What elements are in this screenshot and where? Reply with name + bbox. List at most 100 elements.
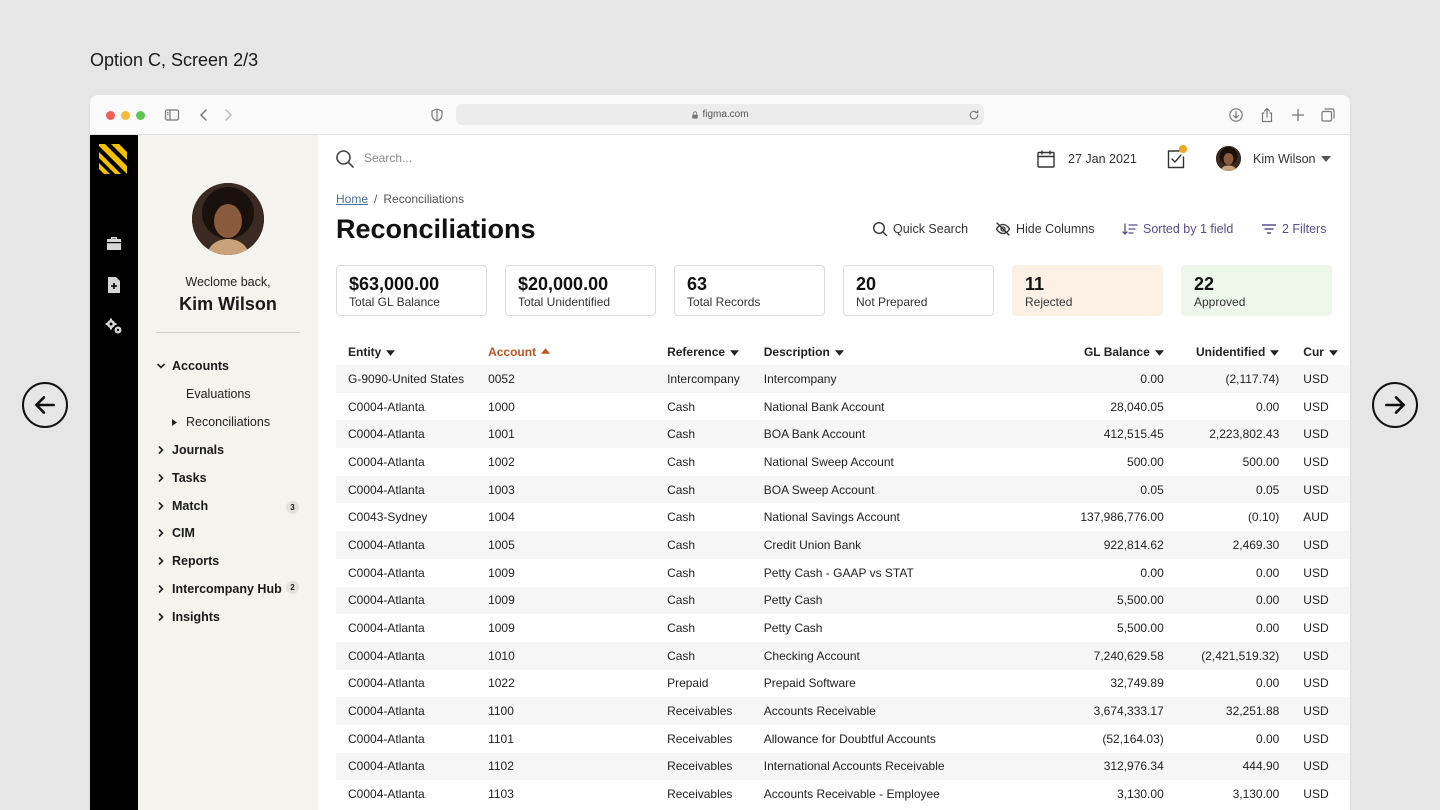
summary-card-not-prepared[interactable]: 20 Not Prepared [843,265,994,316]
table-row[interactable]: C0004-Atlanta 1102 Receivables Internationa… [336,752,1350,781]
table-row[interactable]: C0004-Atlanta 1022 Prepaid Prepaid Softwar… [336,670,1350,698]
current-date[interactable]: 27 Jan 2021 [1068,152,1137,166]
table-row[interactable]: C0004-Atlanta 1010 Cash Checking Account 7,2… [336,641,1350,670]
column-header-label: GL Balance [1083,345,1150,359]
cell-reference: Cash [667,399,696,414]
gears-icon[interactable] [104,317,124,337]
window-close-button[interactable] [106,111,115,120]
table-body: G-9090-United States 0052 Intercompany Inte… [336,365,1350,808]
sidebar-item-reconciliations[interactable]: Reconciliations [172,415,270,429]
summary-card-total-unidentified[interactable]: $20,000.00 Total Unidentified [505,265,656,316]
hide-columns-button[interactable]: Hide Columns [995,221,1095,237]
table-row[interactable]: C0004-Atlanta 1009 Cash Petty Cash 5,500.00 0… [336,614,1350,642]
table-row[interactable]: C0004-Atlanta 1000 Cash National Bank Accou… [336,393,1350,421]
table-row[interactable]: C0004-Atlanta 1001 Cash BOA Bank Account 412… [336,420,1350,449]
caret-down-icon[interactable] [1321,155,1331,163]
cell-gl-balance: (52,164.03) [1102,731,1164,746]
search-input[interactable] [364,151,564,165]
summary-card-rejected[interactable]: 11 Rejected [1012,265,1163,316]
cell-entity: C0004-Atlanta [336,475,477,504]
intercompany-count-badge: 2 [286,581,299,594]
logo-icon[interactable] [99,144,127,174]
summary-card-approved[interactable]: 22 Approved [1181,265,1332,316]
window-zoom-button[interactable] [136,111,145,120]
reload-icon[interactable] [968,109,980,121]
window-minimize-button[interactable] [121,111,130,120]
tabs-overview-icon[interactable] [1320,107,1336,123]
breadcrumb-current: Reconciliations [383,192,465,206]
address-bar[interactable]: figma.com [456,104,984,125]
sidebar-item-accounts[interactable]: Accounts [156,359,229,373]
back-icon[interactable] [196,107,212,123]
cell-description: International Accounts Receivable [751,752,992,781]
sidebar-item-cim[interactable]: CIM [156,526,195,540]
arrow-right-icon [1385,396,1405,414]
sidebar-item-intercompany-hub[interactable]: Intercompany Hub [156,582,282,596]
summary-card-total-gl-balance[interactable]: $63,000.00 Total GL Balance [336,265,487,316]
column-header-reference[interactable]: Reference [655,339,752,365]
column-header-currency[interactable]: Cur [1291,339,1350,365]
user-menu-name[interactable]: Kim Wilson [1253,152,1316,166]
sidebar-item-journals[interactable]: Journals [156,443,224,457]
cell-description: BOA Sweep Account [751,475,992,504]
summary-card-total-records[interactable]: 63 Total Records [674,265,825,316]
filters-button[interactable]: 2 Filters [1261,221,1326,237]
quick-search-button[interactable]: Quick Search [872,221,968,237]
avatar-image [192,183,264,255]
cell-unidentified: 0.05 [1175,475,1292,504]
forward-icon[interactable] [220,107,236,123]
cell-description: Prepaid Software [763,676,856,691]
caret-down-icon [1154,350,1164,356]
column-header-account[interactable]: Account [476,339,655,365]
sidebar-item-reports[interactable]: Reports [156,554,219,568]
user-avatar[interactable] [1216,146,1241,171]
column-header-description[interactable]: Description [752,339,992,365]
table-row[interactable]: C0004-Atlanta 1103 Receivables Accounts Rec… [336,780,1350,808]
cell-gl-balance: 137,986,776.00 [1080,510,1164,525]
prev-screen-button[interactable] [22,382,68,428]
share-icon[interactable] [1259,107,1275,123]
cell-account: 1009 [488,565,515,580]
download-icon[interactable] [1228,107,1244,123]
column-header-gl-balance[interactable]: GL Balance [992,339,1176,365]
cell-entity: C0004-Atlanta [336,531,477,559]
cell-description: Accounts Receivable [751,697,992,725]
table-row[interactable]: C0004-Atlanta 1002 Cash National Sweep Acco… [336,448,1350,476]
cell-entity: C0004-Atlanta [336,420,477,449]
table-row[interactable]: G-9090-United States 0052 Intercompany Inte… [336,365,1350,393]
cell-reference: Cash [655,475,752,504]
table-row[interactable]: C0043-Sydney 1004 Cash National Savings Acc… [336,503,1350,531]
table-row[interactable]: C0004-Atlanta 1003 Cash BOA Sweep Account 0.… [336,475,1350,504]
table-row[interactable]: C0004-Atlanta 1009 Cash Petty Cash 5,500.00 0… [336,586,1350,615]
cell-gl-balance: 500.00 [1127,454,1164,469]
table-row[interactable]: C0004-Atlanta 1101 Receivables Allowance fo… [336,725,1350,753]
cell-entity: C0004-Atlanta [348,399,425,414]
cell-description: Allowance for Doubtful Accounts [763,731,936,746]
breadcrumb-home-link[interactable]: Home [336,192,368,206]
card-label: Rejected [1025,295,1073,309]
next-screen-button[interactable] [1372,382,1418,428]
sidebar-item-evaluations[interactable]: Evaluations [186,387,251,401]
sidebar-item-tasks[interactable]: Tasks [156,471,207,485]
table-row[interactable]: C0004-Atlanta 1009 Cash Petty Cash - GAAP v… [336,559,1350,587]
document-add-icon[interactable] [104,275,124,295]
new-tab-icon[interactable] [1290,107,1306,123]
column-header-unidentified[interactable]: Unidentified [1176,339,1292,365]
table-row[interactable]: C0004-Atlanta 1100 Receivables Accounts Rec… [336,697,1350,725]
briefcase-icon[interactable] [104,233,124,253]
shield-icon[interactable] [429,107,445,123]
cell-gl-balance: 412,515.45 [991,420,1176,449]
table-row[interactable]: C0004-Atlanta 1005 Cash Credit Union Bank 92… [336,531,1350,559]
chevron-right-icon [158,612,164,622]
eye-off-icon [995,222,1011,236]
calendar-icon[interactable] [1036,149,1056,169]
sidebar-toggle-icon[interactable] [164,107,180,123]
sidebar-item-insights[interactable]: Insights [156,610,220,624]
cell-description: National Sweep Account [763,454,894,469]
cell-account: 1009 [488,621,515,636]
table-header-row: Entity Account Reference Description GL … [336,339,1350,365]
sort-button[interactable]: Sorted by 1 field [1122,221,1233,237]
cell-reference: Receivables [655,752,752,781]
sidebar-item-match[interactable]: Match [156,499,208,513]
column-header-entity[interactable]: Entity [336,339,476,365]
